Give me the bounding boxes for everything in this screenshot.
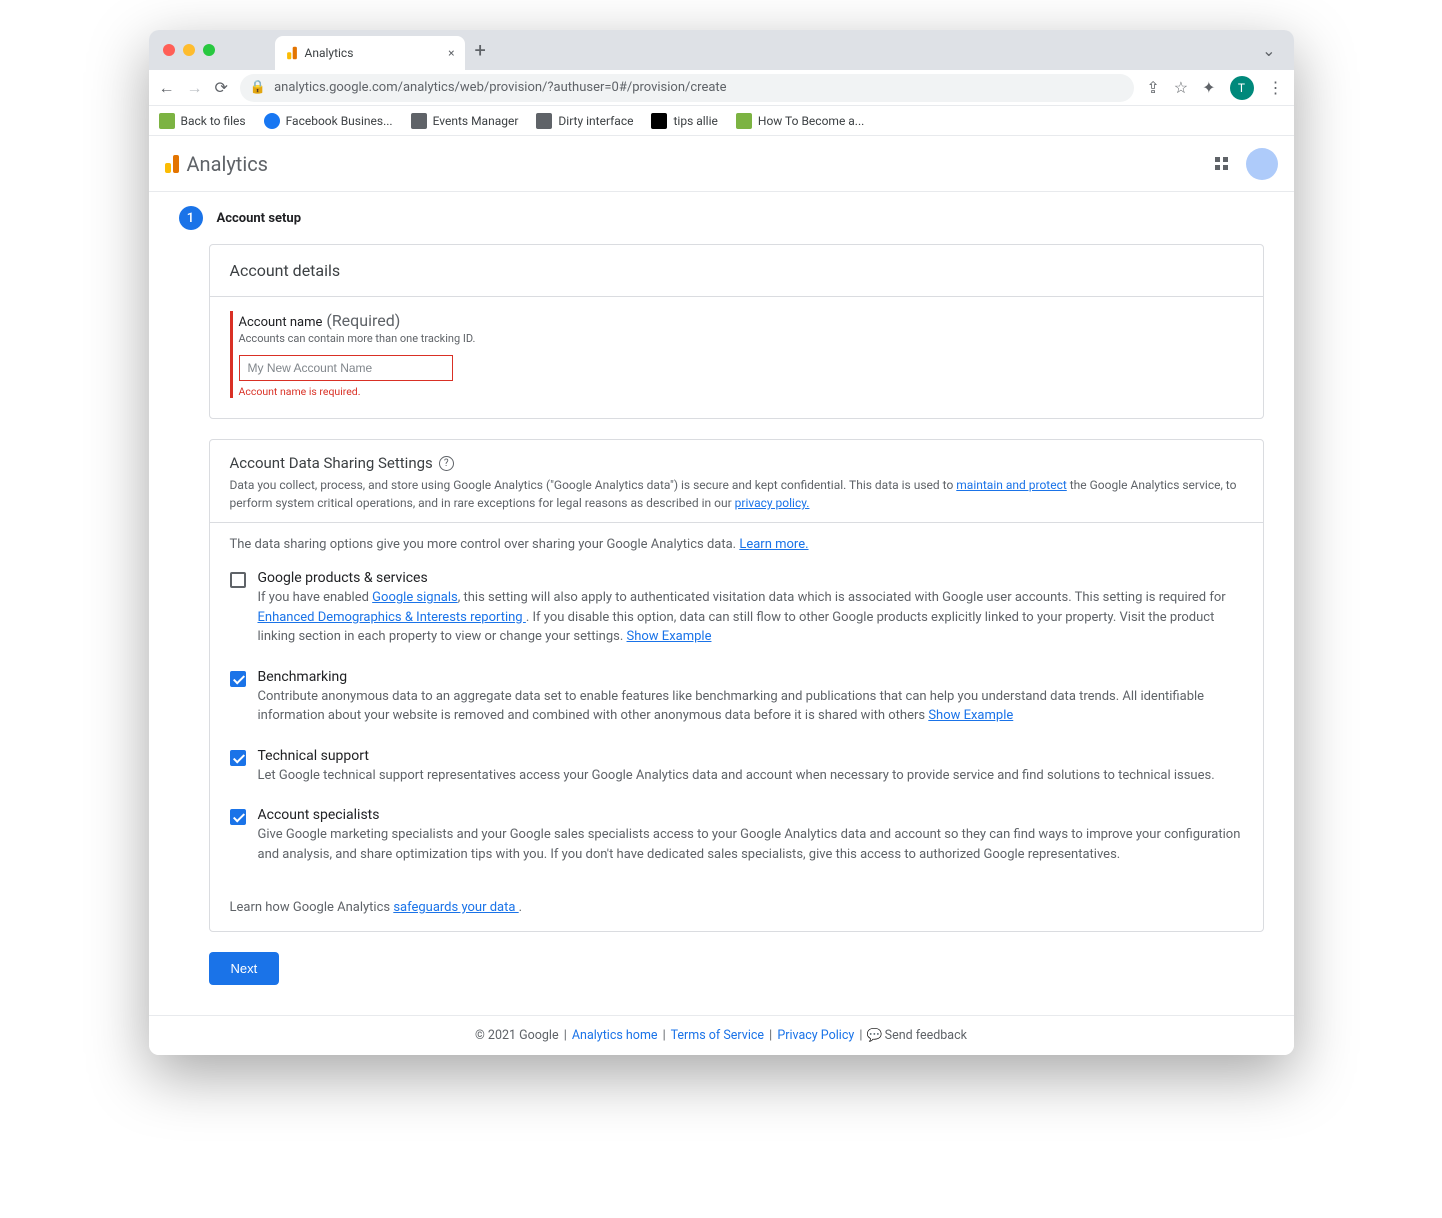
star-icon[interactable]: ☆ xyxy=(1174,78,1188,97)
maximize-window-button[interactable] xyxy=(203,44,215,56)
field-label: Account name xyxy=(239,315,323,330)
sharing-option: Google products & services If you have e… xyxy=(230,570,1243,647)
apps-grid-icon[interactable] xyxy=(1215,157,1228,170)
option-description: Contribute anonymous data to an aggregat… xyxy=(258,687,1243,726)
safeguards-link[interactable]: safeguards your data xyxy=(393,900,518,915)
bookmark-item[interactable]: Facebook Busines... xyxy=(264,113,393,129)
option-description: Give Google marketing specialists and yo… xyxy=(258,825,1243,864)
option-title: Google products & services xyxy=(258,570,1243,586)
forward-button: → xyxy=(187,78,203,98)
section-description: Data you collect, process, and store usi… xyxy=(230,476,1243,512)
extensions-icon[interactable]: ✦ xyxy=(1202,78,1215,97)
option-description: Let Google technical support representat… xyxy=(258,766,1243,786)
sharing-option: Account specialists Give Google marketin… xyxy=(230,807,1243,864)
reload-button[interactable]: ⟳ xyxy=(215,78,228,97)
step-header: 1 Account setup xyxy=(179,192,1264,244)
maintain-protect-link[interactable]: maintain and protect xyxy=(956,478,1067,492)
new-tab-button[interactable]: + xyxy=(475,38,486,62)
back-button[interactable]: ← xyxy=(159,78,175,98)
bookmark-item[interactable]: tips allie xyxy=(651,113,717,129)
option-title: Account specialists xyxy=(258,807,1243,823)
bookmark-item[interactable]: Dirty interface xyxy=(536,113,633,129)
tab-title: Analytics xyxy=(305,46,354,60)
sharing-intro: The data sharing options give you more c… xyxy=(230,537,1243,552)
section-title: Account Data Sharing Settings xyxy=(230,454,433,472)
sharing-option: Technical support Let Google technical s… xyxy=(230,748,1243,786)
checkbox-technical-support[interactable] xyxy=(230,750,246,766)
account-name-field: Account name (Required) Accounts can con… xyxy=(230,311,1243,398)
close-tab-icon[interactable]: × xyxy=(448,46,454,60)
checkbox-account-specialists[interactable] xyxy=(230,809,246,825)
bookmark-item[interactable]: Events Manager xyxy=(411,113,519,129)
address-bar[interactable]: 🔒 analytics.google.com/analytics/web/pro… xyxy=(240,74,1134,102)
menu-icon[interactable]: ⋮ xyxy=(1268,78,1284,97)
share-icon[interactable]: ⇪ xyxy=(1146,78,1159,97)
field-help: Accounts can contain more than one track… xyxy=(239,332,1243,345)
privacy-link[interactable]: Privacy Policy xyxy=(777,1028,854,1043)
sharing-option: Benchmarking Contribute anonymous data t… xyxy=(230,669,1243,726)
privacy-policy-link[interactable]: privacy policy. xyxy=(735,496,810,510)
bookmarks-bar: Back to files Facebook Busines... Events… xyxy=(149,106,1294,136)
bookmark-item[interactable]: Back to files xyxy=(159,113,246,129)
terms-link[interactable]: Terms of Service xyxy=(671,1028,764,1043)
bookmark-item[interactable]: How To Become a... xyxy=(736,113,864,129)
field-error: Account name is required. xyxy=(239,385,1243,398)
minimize-window-button[interactable] xyxy=(183,44,195,56)
step-number-badge: 1 xyxy=(179,206,203,230)
required-indicator: (Required) xyxy=(326,311,400,330)
feedback-icon: 💬 xyxy=(868,1029,882,1043)
option-title: Technical support xyxy=(258,748,1243,764)
window-titlebar: Analytics × + ⌄ xyxy=(149,30,1294,70)
send-feedback-link[interactable]: Send feedback xyxy=(885,1028,967,1043)
tabs-chevron-icon[interactable]: ⌄ xyxy=(1262,41,1275,60)
checkbox-google-products[interactable] xyxy=(230,572,246,588)
help-icon[interactable]: ? xyxy=(439,456,454,471)
lock-icon: 🔒 xyxy=(250,80,266,95)
analytics-home-link[interactable]: Analytics home xyxy=(572,1028,658,1043)
browser-toolbar: ← → ⟳ 🔒 analytics.google.com/analytics/w… xyxy=(149,70,1294,106)
close-window-button[interactable] xyxy=(163,44,175,56)
card-title: Account details xyxy=(210,245,1263,296)
app-header: Analytics xyxy=(149,136,1294,192)
account-avatar[interactable] xyxy=(1246,148,1278,180)
demographics-link[interactable]: Enhanced Demographics & Interests report… xyxy=(258,610,526,625)
next-button[interactable]: Next xyxy=(209,952,280,985)
page-footer: © 2021 Google | Analytics home | Terms o… xyxy=(149,1015,1294,1055)
account-name-input[interactable] xyxy=(239,355,453,381)
google-signals-link[interactable]: Google signals xyxy=(372,590,458,605)
browser-tab[interactable]: Analytics × xyxy=(275,36,465,70)
step-title: Account setup xyxy=(217,211,302,226)
url-text: analytics.google.com/analytics/web/provi… xyxy=(274,80,726,95)
learn-more-link[interactable]: Learn more. xyxy=(739,537,808,552)
option-description: If you have enabled Google signals, this… xyxy=(258,588,1243,647)
show-example-link[interactable]: Show Example xyxy=(928,708,1013,723)
data-sharing-card: Account Data Sharing Settings ? Data you… xyxy=(209,439,1264,932)
copyright: © 2021 Google xyxy=(475,1028,559,1043)
analytics-logo-icon xyxy=(165,155,179,173)
option-title: Benchmarking xyxy=(258,669,1243,685)
show-example-link[interactable]: Show Example xyxy=(627,629,712,644)
account-details-card: Account details Account name (Required) … xyxy=(209,244,1264,419)
safeguard-text: Learn how Google Analytics safeguards yo… xyxy=(210,900,1263,931)
checkbox-benchmarking[interactable] xyxy=(230,671,246,687)
profile-avatar[interactable]: T xyxy=(1230,76,1254,100)
app-name: Analytics xyxy=(187,152,269,176)
